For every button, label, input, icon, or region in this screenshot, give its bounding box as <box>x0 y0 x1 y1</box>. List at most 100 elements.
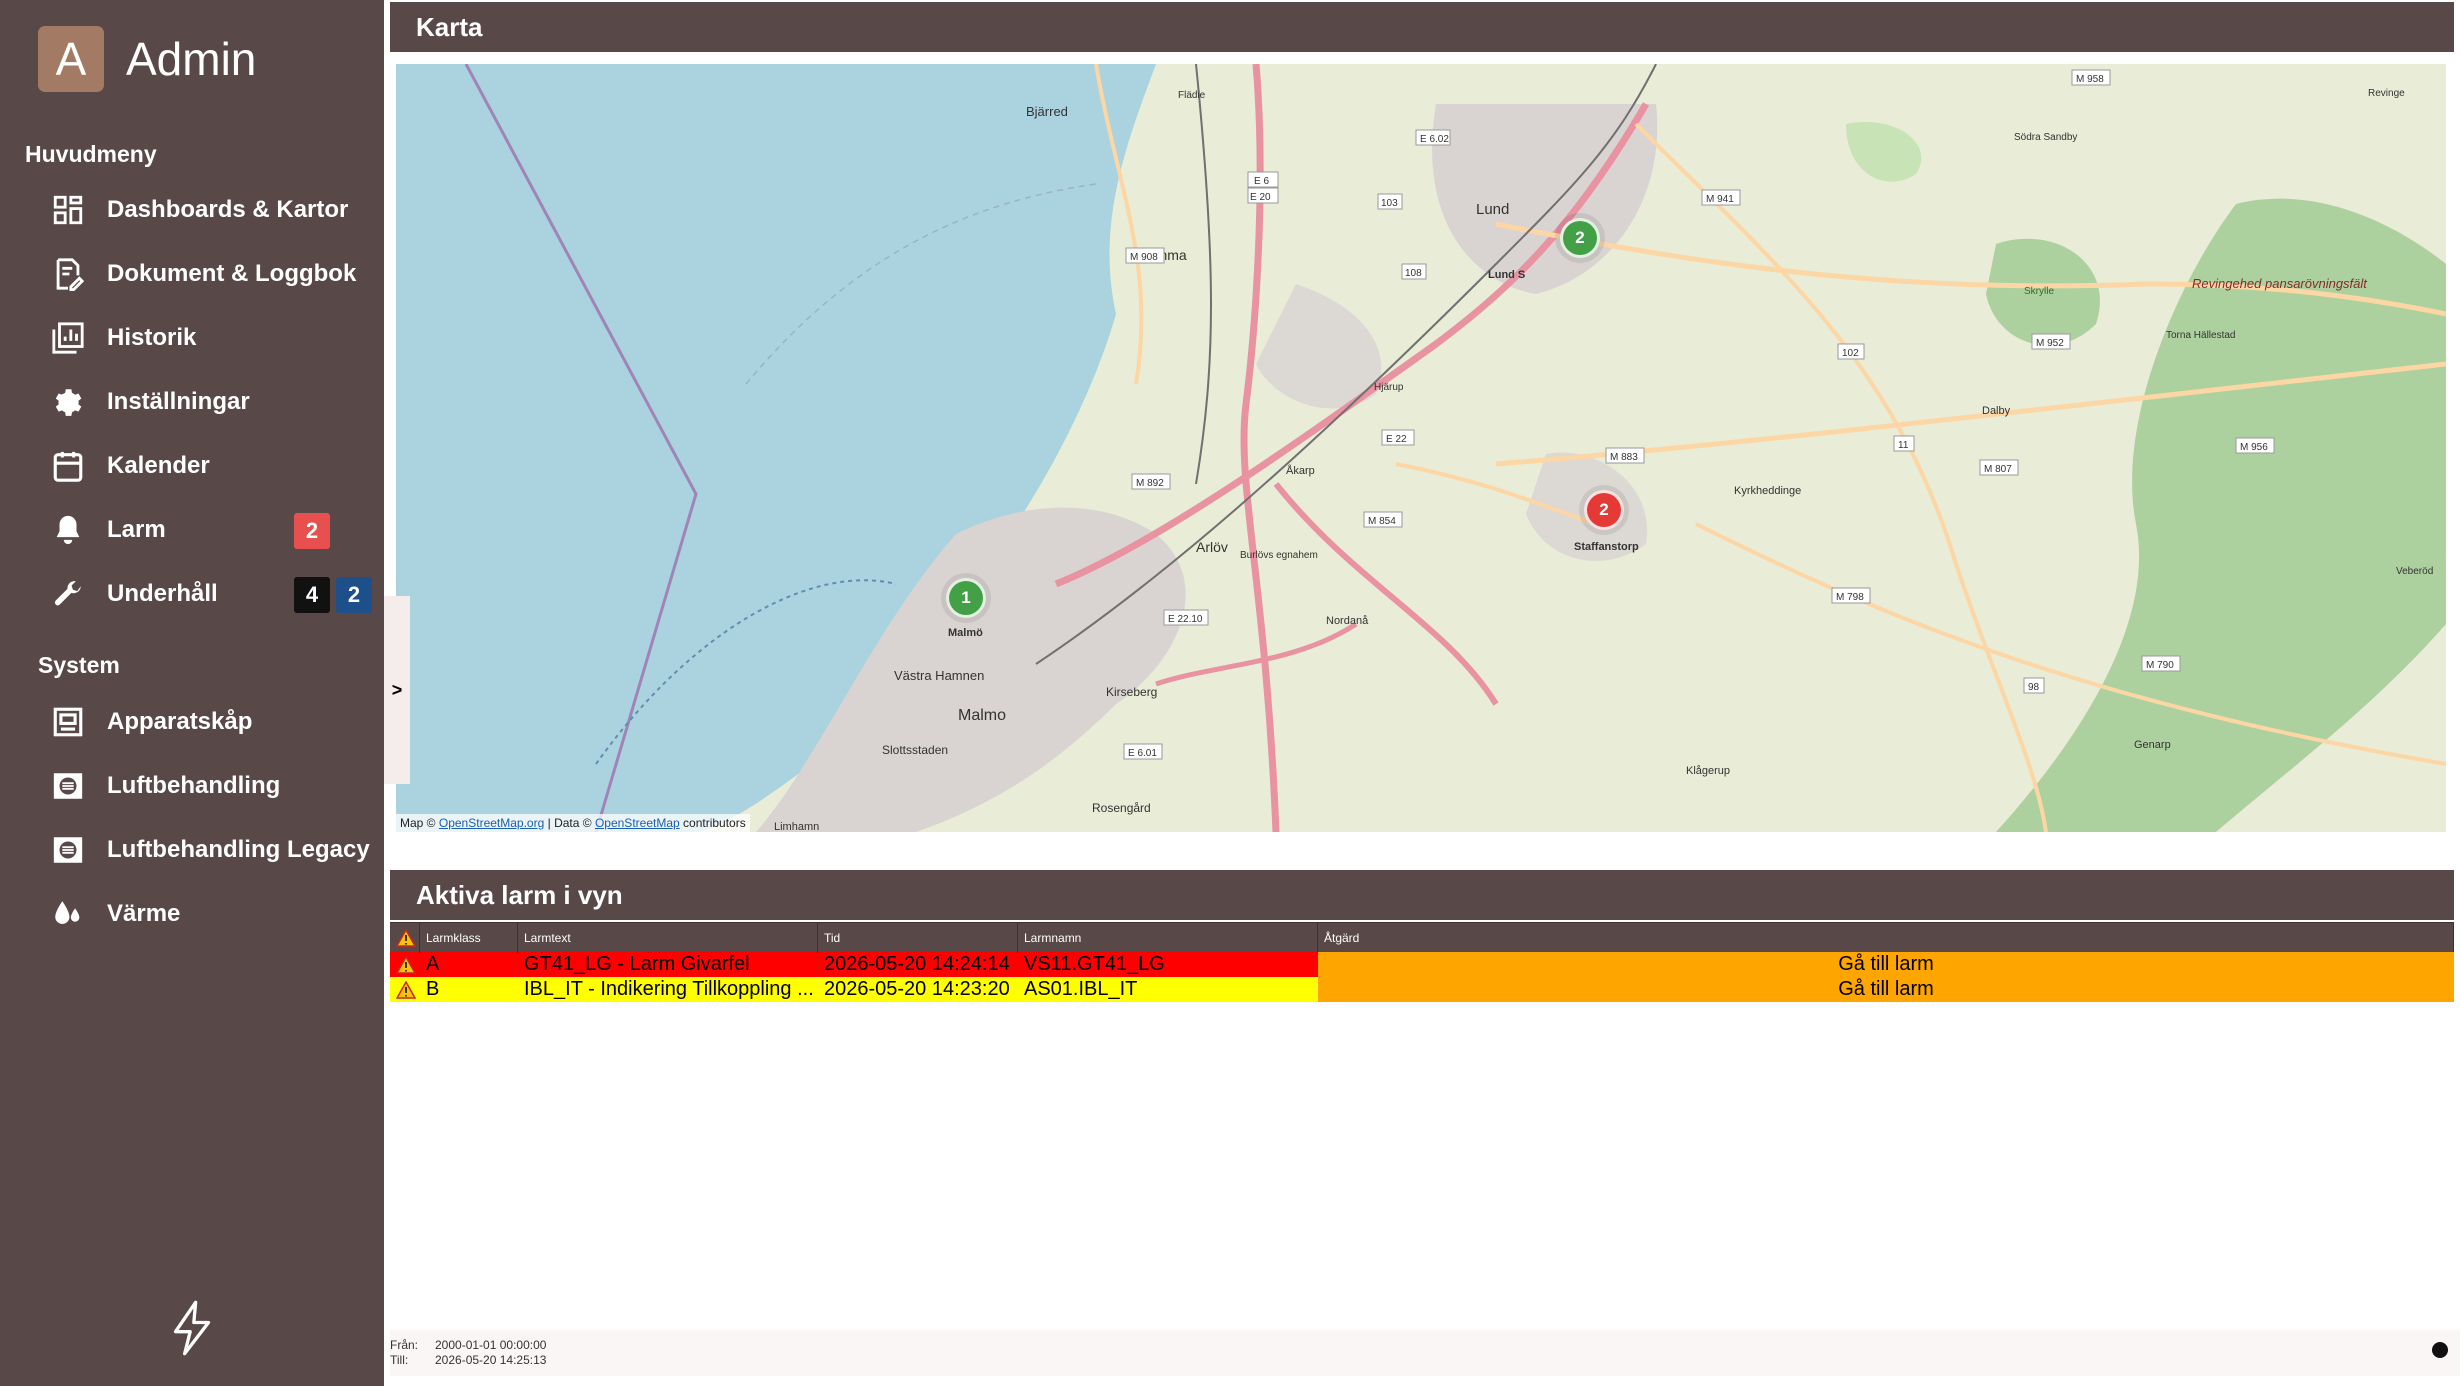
nav-label: Luftbehandling Legacy <box>107 836 370 863</box>
map-view[interactable]: Bjärred Lomma Lund Lund S Malmö Malmo Ar… <box>396 64 2446 832</box>
to-row: Till: 2026-05-20 14:25:13 <box>390 1353 546 1367</box>
nav-cabinet[interactable]: Apparatskåp <box>50 697 380 747</box>
wrench-icon <box>50 576 86 612</box>
from-label: Från: <box>390 1338 419 1352</box>
document-icon <box>50 256 86 292</box>
place-skrylle: Skrylle <box>2024 286 2054 297</box>
osm-link-2[interactable]: OpenStreetMap <box>595 816 680 830</box>
road-shield: M 854 <box>1363 511 1403 528</box>
to-label: Till: <box>390 1353 409 1367</box>
nav-settings[interactable]: Inställningar <box>50 377 380 427</box>
map-cluster-marker-lund[interactable]: 2 <box>1560 218 1600 258</box>
svg-text:102: 102 <box>1842 348 1859 359</box>
cell-larmtext: IBL_IT - Indikering Tillkoppling ... <box>524 978 814 1000</box>
place-bjarred: Bjärred <box>1026 104 1068 119</box>
nav-air-handling-legacy[interactable]: Luftbehandling Legacy <box>50 825 380 875</box>
place-arlov: Arlöv <box>1196 539 1228 555</box>
place-torna: Torna Hällestad <box>2166 330 2235 341</box>
col-header-larmnamn[interactable]: Larmnamn <box>1018 923 1318 953</box>
go-to-alarm-button[interactable]: Gå till larm <box>1318 977 2454 1002</box>
cell-larmnamn: VS11.GT41_LG <box>1024 953 1165 975</box>
table-row[interactable]: A GT41_LG - Larm Givarfel 2026-05-20 14:… <box>390 952 2454 977</box>
road-shield: M 790 <box>2141 655 2181 672</box>
air-handling-icon <box>50 832 86 868</box>
sidebar: A Admin Huvudmeny Dashboards & Kartor Do… <box>0 0 384 1386</box>
nav-alarms[interactable]: Larm 2 <box>50 505 380 555</box>
col-header-tid[interactable]: Tid <box>818 923 1018 953</box>
road-shield: 108 <box>1401 263 1427 280</box>
place-malmo-label: Malmö <box>948 627 983 639</box>
nav-calendar[interactable]: Kalender <box>50 441 380 491</box>
nav-heating[interactable]: Värme <box>50 889 380 939</box>
nav-air-handling[interactable]: Luftbehandling <box>50 761 380 811</box>
svg-text:M 790: M 790 <box>2146 660 2174 671</box>
alarm-panel-title: Aktiva larm i vyn <box>416 879 623 910</box>
road-shield: M 941 <box>1701 189 1741 206</box>
road-shield: M 956 <box>2235 437 2275 454</box>
go-to-alarm-button[interactable]: Gå till larm <box>1318 952 2454 977</box>
place-veberod: Veberöd <box>2396 566 2433 577</box>
col-header-larmklass[interactable]: Larmklass <box>420 923 518 953</box>
svg-text:M 854: M 854 <box>1368 516 1396 527</box>
alarm-count-badge: 2 <box>294 513 330 549</box>
osm-link[interactable]: OpenStreetMap.org <box>439 816 544 830</box>
place-vastra-hamnen: Västra Hamnen <box>894 668 984 683</box>
cell-tid: 2026-05-20 14:24:14 <box>824 953 1010 975</box>
attribution-prefix: Map © <box>400 816 436 830</box>
nav-dashboards[interactable]: Dashboards & Kartor <box>50 185 380 235</box>
brand-logo: A <box>38 26 104 92</box>
sidebar-collapse-toggle[interactable]: > <box>384 596 410 784</box>
brand[interactable]: A Admin <box>38 26 256 92</box>
attribution-data: | Data © <box>547 816 592 830</box>
nav-maintenance[interactable]: Underhåll 4 2 <box>50 569 380 619</box>
map-cluster-marker-staffanstorp[interactable]: 2 <box>1584 490 1624 530</box>
from-value: 2000-01-01 00:00:00 <box>435 1338 547 1352</box>
nav-label: Dashboards & Kartor <box>107 196 349 223</box>
dashboard-icon <box>50 192 86 228</box>
eye-icon[interactable] <box>2432 1342 2448 1358</box>
place-burlovs: Burlövs egnahem <box>1240 550 1318 561</box>
nav-history[interactable]: Historik <box>50 313 380 363</box>
nav-label: Historik <box>107 324 197 351</box>
table-row[interactable]: B IBL_IT - Indikering Tillkoppling ... 2… <box>390 977 2454 1002</box>
nav-label: Värme <box>107 900 181 927</box>
road-shield: M 908 <box>1125 247 1165 264</box>
to-value: 2026-05-20 14:25:13 <box>435 1353 547 1367</box>
svg-text:E 6.01: E 6.01 <box>1128 748 1157 759</box>
road-shield: M 883 <box>1605 447 1645 464</box>
col-header-atgard[interactable]: Åtgärd <box>1318 923 2454 953</box>
svg-text:M 956: M 956 <box>2240 442 2268 453</box>
place-genarp: Genarp <box>2134 739 2171 751</box>
road-shield: E 6 <box>1247 171 1279 188</box>
place-rosengard: Rosengård <box>1092 801 1151 815</box>
history-chart-icon <box>50 320 86 356</box>
cell-tid: 2026-05-20 14:23:20 <box>824 978 1010 1000</box>
svg-text:M 883: M 883 <box>1610 452 1638 463</box>
nav-label: Luftbehandling <box>107 772 281 799</box>
svg-text:M 952: M 952 <box>2036 338 2064 349</box>
warning-icon <box>390 952 420 977</box>
from-row: Från: 2000-01-01 00:00:00 <box>390 1338 546 1352</box>
svg-text:M 798: M 798 <box>1836 592 1864 603</box>
road-shield: 11 <box>1893 435 1915 452</box>
svg-text:11: 11 <box>1898 440 1909 451</box>
maintenance-badge-blue: 2 <box>336 577 372 613</box>
system-title: System <box>38 652 120 678</box>
road-shield: E 6.02 <box>1415 129 1451 146</box>
road-shield: E 22 <box>1381 429 1415 446</box>
place-lund-s: Lund S <box>1488 269 1525 281</box>
svg-text:M 941: M 941 <box>1706 194 1734 205</box>
nav-label: Larm <box>107 516 166 543</box>
road-shield: 102 <box>1837 343 1865 360</box>
col-header-larmtext[interactable]: Larmtext <box>518 923 818 953</box>
road-shield: M 958 <box>2071 69 2111 86</box>
place-klagerup: Klågerup <box>1686 765 1730 777</box>
nav-label: Dokument & Loggbok <box>107 260 357 287</box>
nav-documents[interactable]: Dokument & Loggbok <box>50 249 380 299</box>
nav-label: Apparatskåp <box>107 708 253 735</box>
warning-column-icon[interactable] <box>390 923 420 953</box>
svg-text:M 892: M 892 <box>1136 478 1164 489</box>
place-malmo: Malmo <box>958 707 1006 724</box>
place-dalby: Dalby <box>1982 405 2011 417</box>
map-cluster-marker-malmo[interactable]: 1 <box>946 578 986 618</box>
